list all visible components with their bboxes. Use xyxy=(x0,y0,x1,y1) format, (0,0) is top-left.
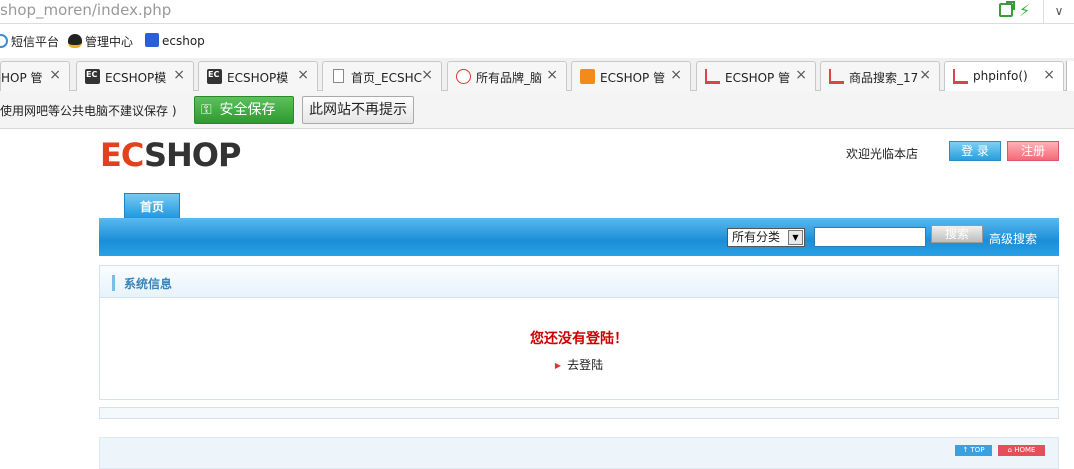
tab-2[interactable]: ECSHOP模 × xyxy=(76,61,194,91)
system-info-header: 系统信息 xyxy=(100,266,1058,298)
header-accent-bar xyxy=(112,275,115,291)
bookmarks-bar: 短信平台 管理中心 ecshop xyxy=(0,24,1074,58)
password-save-bar: 使用网吧等公共电脑不建议保存 ) ⚿ 安全保存 此网站不再提示 xyxy=(0,91,1074,129)
search-input[interactable] xyxy=(814,227,926,247)
ecshop-icon xyxy=(207,69,222,84)
never-remind-button[interactable]: 此网站不再提示 xyxy=(302,96,414,124)
tab-4[interactable]: 首页_ECSHC × xyxy=(322,61,442,91)
orange-app-icon xyxy=(580,69,595,84)
key-icon: ⚿ xyxy=(201,102,212,118)
close-icon[interactable]: × xyxy=(297,67,309,83)
new-tab-edge[interactable] xyxy=(1066,61,1074,91)
dropdown-arrow-icon[interactable]: ▼ xyxy=(788,230,803,245)
close-icon[interactable]: × xyxy=(670,67,682,83)
cart-icon xyxy=(829,69,844,84)
cart-icon xyxy=(705,69,720,84)
footer-bar: ↑ TOP ⌂ HOME xyxy=(99,437,1059,469)
save-warning-text: 使用网吧等公共电脑不建议保存 ) xyxy=(0,104,177,118)
close-icon[interactable]: × xyxy=(919,67,931,83)
close-icon[interactable]: × xyxy=(795,67,807,83)
bookmark-ecshop[interactable]: ecshop xyxy=(145,33,205,48)
system-info-title: 系统信息 xyxy=(124,277,173,291)
ecshop-icon xyxy=(85,69,100,84)
brand-logo-icon xyxy=(456,69,471,84)
wifi-icon xyxy=(0,34,8,48)
not-logged-in-message: 您还没有登陆！ xyxy=(530,331,628,347)
qq-penguin-icon xyxy=(68,34,82,48)
tab-7[interactable]: ECSHOP 管 × xyxy=(696,61,816,91)
category-select[interactable]: 所有分类 ▼ xyxy=(727,228,805,247)
welcome-text: 欢迎光临本店 xyxy=(846,147,919,161)
close-icon[interactable]: × xyxy=(421,67,433,83)
tab-5[interactable]: 所有品牌_脑 × xyxy=(447,61,567,91)
advanced-search-link[interactable]: 高级搜索 xyxy=(989,230,1037,247)
home-button[interactable]: ⌂ HOME xyxy=(998,445,1045,456)
tab-3[interactable]: ECSHOP模 × xyxy=(198,61,318,91)
bookmark-sms-platform[interactable]: 短信平台 xyxy=(0,33,59,50)
close-icon[interactable]: × xyxy=(173,67,185,83)
search-button[interactable]: 搜索 xyxy=(931,225,983,243)
paw-icon xyxy=(145,33,159,47)
close-icon[interactable]: × xyxy=(49,67,61,83)
bookmark-admin-center[interactable]: 管理中心 xyxy=(68,33,133,50)
close-icon[interactable]: × xyxy=(546,67,558,83)
register-button[interactable]: 注册 xyxy=(1007,141,1059,161)
chevron-down-icon[interactable]: ∨ xyxy=(1043,0,1074,24)
arrow-right-icon: ▶ xyxy=(554,361,562,370)
tab-8[interactable]: 商品搜索_17 × xyxy=(820,61,940,91)
ecshop-logo[interactable]: ECSHOP xyxy=(100,136,241,174)
url-text[interactable]: shop_moren/index.php xyxy=(0,1,171,19)
address-bar[interactable]: shop_moren/index.php ⚡ ∨ xyxy=(0,0,1074,24)
login-button[interactable]: 登 录 xyxy=(949,141,1001,161)
tab-strip: HOP 管 × ECSHOP模 × ECSHOP模 × 首页_ECSHC × 所… xyxy=(0,58,1074,91)
go-login-row: ▶ 去登陆 xyxy=(100,356,1058,373)
back-to-top-button[interactable]: ↑ TOP xyxy=(955,445,992,456)
system-info-box: 系统信息 您还没有登陆！ ▶ 去登陆 xyxy=(99,265,1059,400)
close-icon[interactable]: × xyxy=(1043,67,1055,83)
cart-icon xyxy=(953,69,968,84)
divider-strip xyxy=(99,407,1059,419)
tab-6[interactable]: ECSHOP 管 × xyxy=(571,61,691,91)
speed-mode-icon[interactable]: ⚡ xyxy=(1019,1,1030,20)
tab-9[interactable]: phpinfo() × xyxy=(944,61,1064,91)
safe-save-button[interactable]: ⚿ 安全保存 xyxy=(194,96,294,124)
tab-1[interactable]: HOP 管 × xyxy=(0,61,70,91)
document-icon xyxy=(333,69,344,83)
share-icon[interactable] xyxy=(999,1,1015,17)
go-login-link[interactable]: 去登陆 xyxy=(567,358,603,372)
search-nav-bar: 所有分类 ▼ 搜索 高级搜索 xyxy=(99,218,1059,256)
nav-home-tab[interactable]: 首页 xyxy=(124,193,180,219)
